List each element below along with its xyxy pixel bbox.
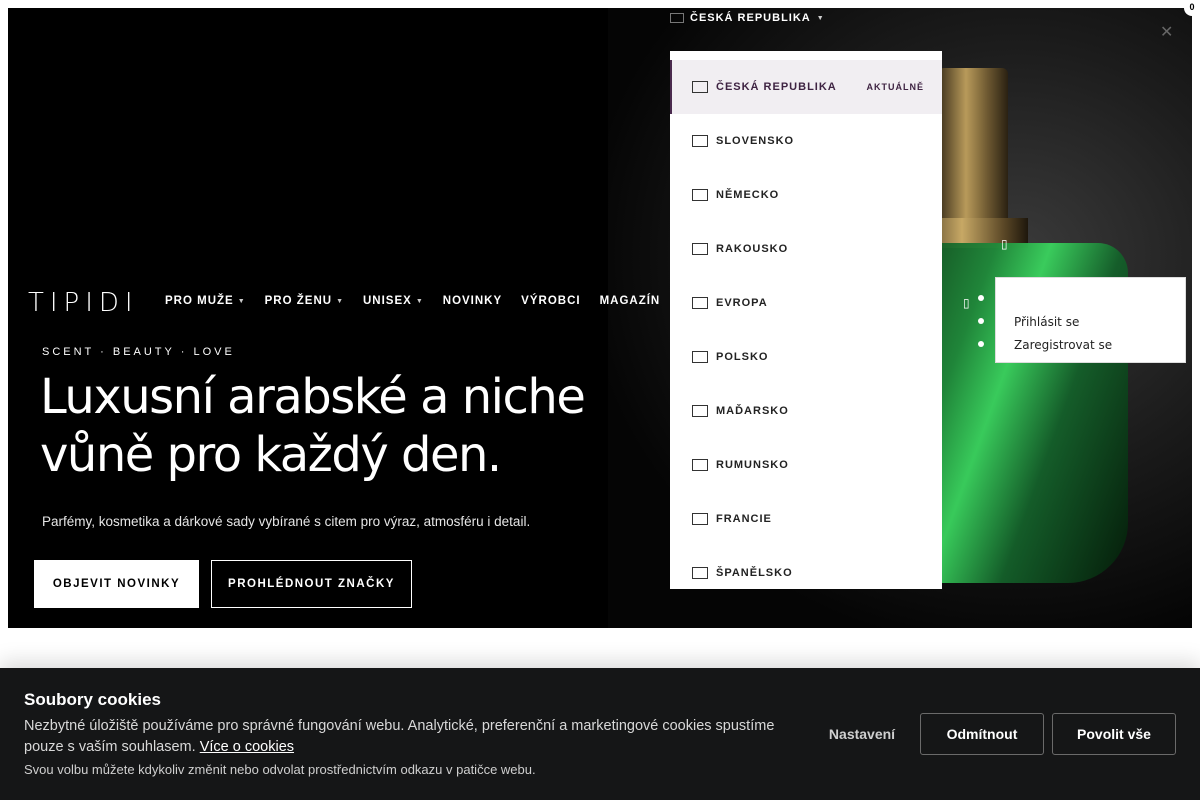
nav-item-vyrobci[interactable]: VÝROBCI: [521, 295, 580, 307]
country-label: NĚMECKO: [716, 189, 780, 201]
country-item-rakousko[interactable]: RAKOUSKO: [670, 222, 942, 276]
cookie-note: Svou volbu můžete kdykoliv změnit nebo o…: [24, 762, 536, 777]
flag-icon: [692, 189, 708, 201]
hero-headline-line2: vůně pro každý den.: [40, 427, 502, 483]
flag-icon: [692, 513, 708, 525]
current-badge: AKTUÁLNĚ: [866, 82, 924, 92]
country-label: MAĎARSKO: [716, 405, 789, 417]
perfume-bottle-cap: [938, 68, 1008, 238]
list-bullet: [978, 341, 984, 347]
country-label: ŠPANĚLSKO: [716, 567, 793, 579]
chevron-down-icon: ▼: [336, 297, 344, 305]
close-icon[interactable]: ✕: [1160, 22, 1173, 42]
cookie-reject-button[interactable]: Odmítnout: [920, 713, 1044, 755]
cookie-more-link[interactable]: Více o cookies: [200, 739, 294, 755]
country-dropdown: ČESKÁ REPUBLIKA AKTUÁLNĚ SLOVENSKO NĚMEC…: [670, 51, 942, 589]
country-label: POLSKO: [716, 351, 769, 363]
country-item-slovensko[interactable]: SLOVENSKO: [670, 114, 942, 168]
cookie-title: Soubory cookies: [24, 690, 161, 709]
flag-icon: [692, 351, 708, 363]
country-item-madarsko[interactable]: MAĎARSKO: [670, 384, 942, 438]
nav-item-novinky[interactable]: NOVINKY: [443, 295, 502, 307]
chevron-down-icon: ▼: [237, 297, 246, 305]
country-item-polsko[interactable]: POLSKO: [670, 330, 942, 384]
flag-icon: [692, 297, 708, 309]
nav-item-label: PRO MUŽE: [165, 295, 234, 307]
flag-icon: [692, 243, 708, 255]
nav-item-label: MAGAZÍN: [599, 295, 661, 307]
country-label: SLOVENSKO: [716, 135, 795, 147]
cart-icon[interactable]: ▯: [963, 296, 970, 310]
country-list: ČESKÁ REPUBLIKA AKTUÁLNĚ SLOVENSKO NĚMEC…: [670, 60, 942, 589]
flag-icon: [692, 567, 708, 579]
hero-tagline: SCENT · BEAUTY · LOVE: [42, 346, 235, 358]
nav-item-magazin[interactable]: MAGAZÍN: [600, 295, 661, 307]
site-logo[interactable]: TIPIDI: [28, 288, 139, 318]
discover-news-button[interactable]: OBJEVIT NOVINKY: [34, 560, 199, 608]
country-item-rumunsko[interactable]: RUMUNSKO: [670, 438, 942, 492]
flag-icon: [670, 13, 684, 23]
country-label: EVROPA: [716, 297, 768, 309]
browse-brands-button[interactable]: PROHLÉDNOUT ZNAČKY: [211, 560, 412, 608]
flag-icon: [692, 459, 708, 471]
cookie-accept-all-button[interactable]: Povolit vše: [1052, 713, 1176, 755]
nav-item-pro-muze[interactable]: PRO MUŽE ▼: [165, 295, 246, 307]
country-item-spanelsko[interactable]: ŠPANĚLSKO: [670, 546, 942, 589]
hero-headline: Luxusní arabské a niche vůně pro každý d…: [40, 368, 640, 484]
cookie-banner: Soubory cookies Nezbytné úložiště použív…: [0, 668, 1200, 800]
nav-item-label: VÝROBCI: [521, 295, 581, 307]
flag-icon: [692, 405, 708, 417]
nav-item-pro-zenu[interactable]: PRO ŽENU ▼: [265, 295, 344, 307]
cart-count-badge: 0: [1184, 0, 1200, 16]
main-nav: PRO MUŽE ▼ PRO ŽENU ▼ UNISEX ▼ NOVINKY VÝRO…: [165, 295, 660, 307]
register-link[interactable]: Zaregistrovat se: [1014, 338, 1112, 352]
country-label: FRANCIE: [716, 513, 772, 525]
cookie-text: Nezbytné úložiště používáme pro správné …: [24, 718, 775, 755]
country-label: RUMUNSKO: [716, 459, 789, 471]
login-link[interactable]: Přihlásit se: [1014, 315, 1079, 329]
nav-item-label: UNISEX: [363, 295, 412, 307]
country-item-ceska-republika[interactable]: ČESKÁ REPUBLIKA AKTUÁLNĚ: [670, 60, 942, 114]
cookie-description: Nezbytné úložiště používáme pro správné …: [24, 716, 784, 758]
account-dropdown: Přihlásit se Zaregistrovat se: [978, 277, 1186, 363]
country-item-nemecko[interactable]: NĚMECKO: [670, 168, 942, 222]
country-selector-toggle[interactable]: ČESKÁ REPUBLIKA ▼: [670, 12, 825, 24]
cookie-settings-button[interactable]: Nastavení: [812, 714, 912, 754]
country-item-evropa[interactable]: EVROPA: [670, 276, 942, 330]
hero-headline-line1: Luxusní arabské a niche: [40, 369, 586, 425]
nav-item-label: PRO ŽENU: [264, 295, 333, 307]
country-label: RAKOUSKO: [716, 243, 789, 255]
nav-item-unisex[interactable]: UNISEX ▼: [363, 295, 424, 307]
country-item-francie[interactable]: FRANCIE: [670, 492, 942, 546]
list-bullet: [978, 295, 984, 301]
nav-item-label: NOVINKY: [442, 295, 503, 307]
chevron-down-icon: ▼: [816, 14, 825, 22]
country-label: ČESKÁ REPUBLIKA: [716, 81, 837, 93]
country-toggle-label: ČESKÁ REPUBLIKA: [690, 12, 811, 24]
hero-subtext: Parfémy, kosmetika a dárkové sady vybíra…: [42, 514, 531, 529]
user-icon[interactable]: ▯: [1001, 237, 1008, 251]
flag-icon: [692, 81, 708, 93]
flag-icon: [692, 135, 708, 147]
list-bullet: [978, 318, 984, 324]
chevron-down-icon: ▼: [415, 297, 424, 305]
